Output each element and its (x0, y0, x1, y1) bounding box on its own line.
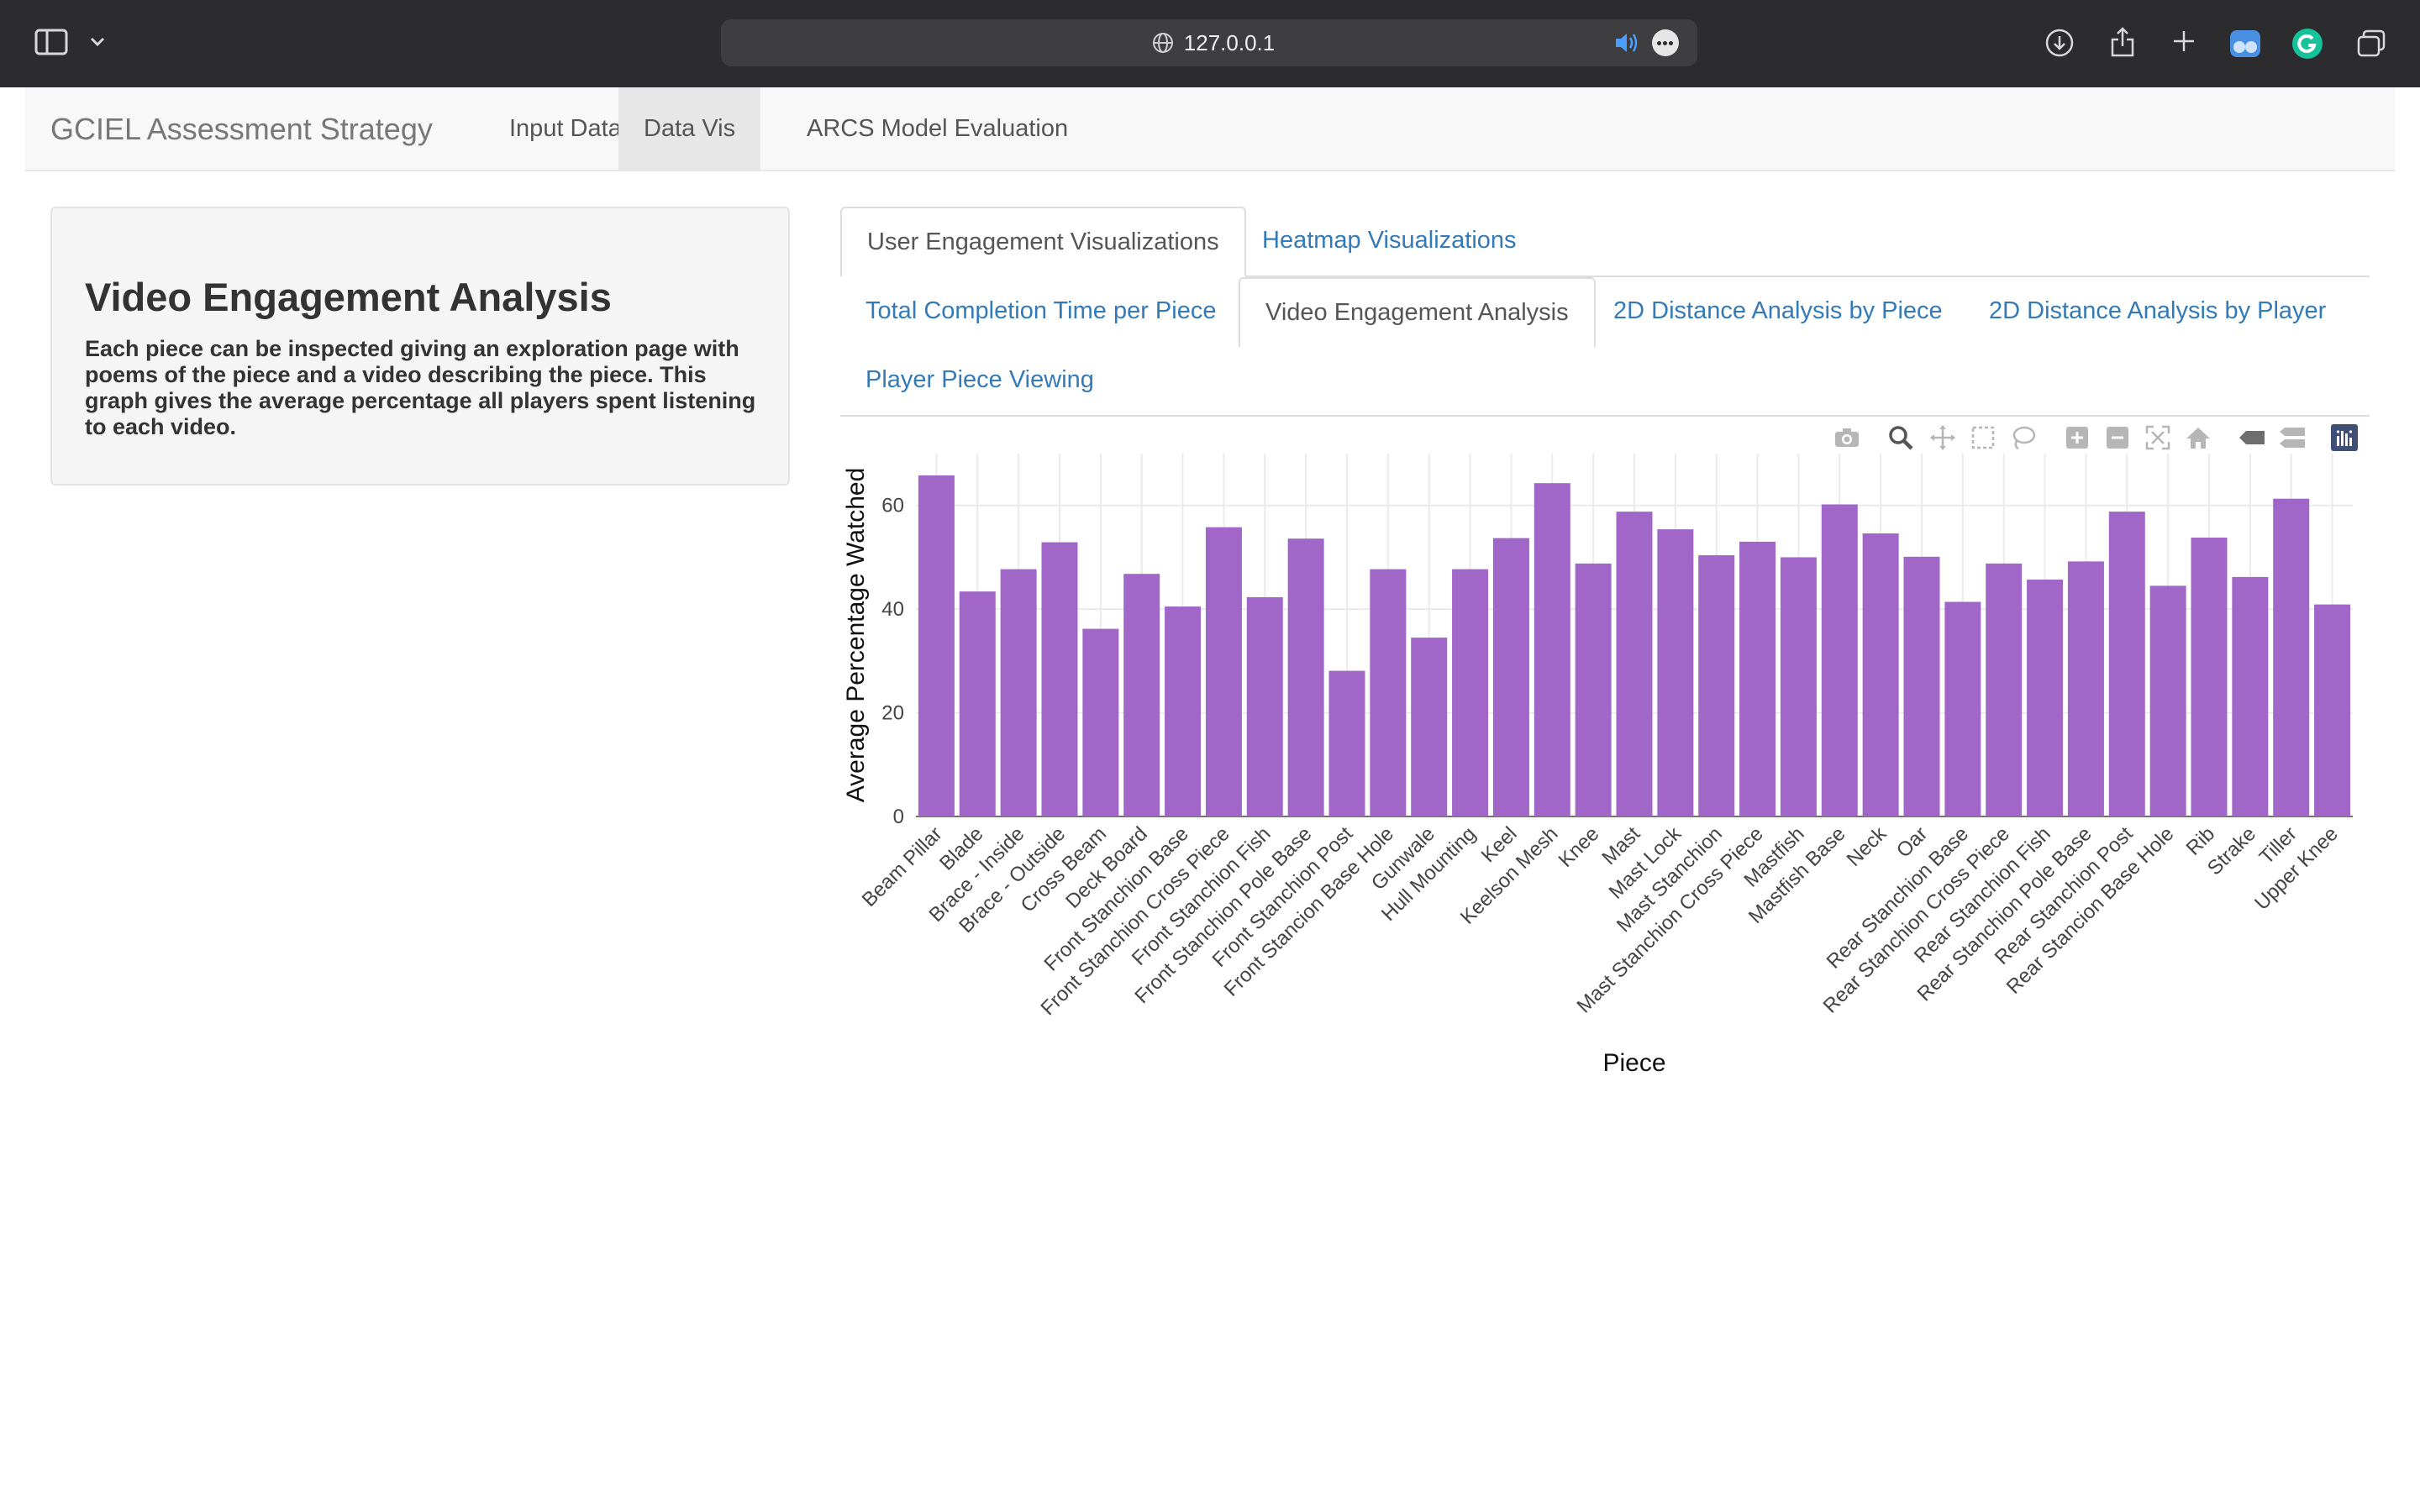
bar (1246, 596, 1283, 816)
tabs-overview-icon[interactable] (2354, 27, 2388, 59)
bar (1657, 529, 1694, 816)
bar (1328, 670, 1365, 816)
bar (1000, 569, 1037, 816)
grammarly-icon[interactable] (2291, 27, 2324, 60)
bar (2273, 498, 2310, 816)
bar (2149, 585, 2186, 816)
bar (1944, 601, 1981, 816)
bar (2108, 512, 2145, 816)
bar (1452, 569, 1489, 816)
tab-total-completion-time-per-piece[interactable]: Total Completion Time per Piece (840, 277, 1241, 348)
tab-user-engagement-visualizations[interactable]: User Engagement Visualizations (840, 207, 1246, 277)
sidebar-icon[interactable] (34, 27, 69, 57)
bar (1616, 512, 1653, 816)
x-tick-label: Neck (1843, 822, 1891, 870)
bar (1287, 538, 1324, 816)
bar (2232, 576, 2269, 816)
browser-toolbar: 127.0.0.1 (0, 0, 2420, 87)
bar (1780, 557, 1817, 816)
y-axis-title: Average Percentage Watched (842, 468, 870, 803)
y-tick-label: 0 (893, 806, 904, 828)
bar (1862, 533, 1899, 816)
navbar-brand[interactable]: GCIEL Assessment Strategy (50, 87, 433, 171)
bar (1903, 556, 1940, 816)
bar (2191, 537, 2228, 816)
nav-item-data-vis[interactable]: Data Vis (618, 87, 761, 170)
bar (1534, 483, 1570, 816)
download-icon[interactable] (2044, 27, 2075, 59)
url-text[interactable]: 127.0.0.1 (721, 19, 1697, 66)
more-icon[interactable] (1652, 29, 1679, 56)
bar (1123, 574, 1160, 816)
panel-description: Each piece can be inspected giving an ex… (85, 336, 756, 439)
bar (1986, 563, 2023, 816)
share-icon[interactable] (2107, 25, 2138, 59)
bar (2067, 561, 2104, 816)
bar (959, 591, 996, 816)
bar (1698, 554, 1735, 816)
tab-video-engagement-analysis[interactable]: Video Engagement Analysis (1239, 277, 1596, 348)
bar (1205, 527, 1242, 816)
tab-2d-distance-analysis-by-piece[interactable]: 2D Distance Analysis by Piece (1588, 277, 1968, 348)
y-tick-label: 20 (881, 702, 904, 725)
bar (1575, 563, 1612, 816)
bar (1739, 541, 1776, 816)
nav-item-arcs-model-evaluation[interactable]: ARCS Model Evaluation (781, 87, 1093, 170)
tab-2d-distance-analysis-by-player[interactable]: 2D Distance Analysis by Player (1964, 277, 2351, 348)
y-tick-label: 40 (881, 598, 904, 621)
bar (1492, 538, 1529, 816)
app-navbar: GCIEL Assessment Strategy Input Data Dat… (25, 87, 2395, 171)
address-bar[interactable]: 127.0.0.1 (721, 19, 1697, 66)
tab-heatmap-visualizations[interactable]: Heatmap Visualizations (1237, 207, 1542, 277)
extension-icon[interactable] (2228, 27, 2262, 60)
x-tick-label: Knee (1555, 822, 1604, 872)
bar (1082, 628, 1119, 816)
bar (1411, 638, 1448, 816)
bar (1041, 542, 1078, 816)
bar (2027, 579, 2064, 816)
bar (2314, 604, 2351, 816)
bar (1165, 606, 1202, 816)
bar (1370, 569, 1407, 816)
chevron-down-icon[interactable] (87, 32, 108, 52)
sidebar-panel: Video Engagement Analysis Each piece can… (50, 207, 790, 486)
bar (1821, 504, 1858, 816)
plus-icon[interactable] (2170, 27, 2198, 55)
x-tick-label: Beam Pillar (858, 822, 947, 911)
x-axis-title: Piece (1602, 1049, 1665, 1077)
panel-title: Video Engagement Analysis (85, 275, 612, 319)
video-engagement-bar-chart[interactable]: 0204060Beam PillarBladeBrace - InsideBra… (832, 445, 2378, 1092)
tab-player-piece-viewing[interactable]: Player Piece Viewing (840, 346, 1119, 417)
speaker-icon[interactable] (1613, 30, 1640, 55)
bar (918, 475, 955, 816)
y-tick-label: 60 (881, 495, 904, 517)
